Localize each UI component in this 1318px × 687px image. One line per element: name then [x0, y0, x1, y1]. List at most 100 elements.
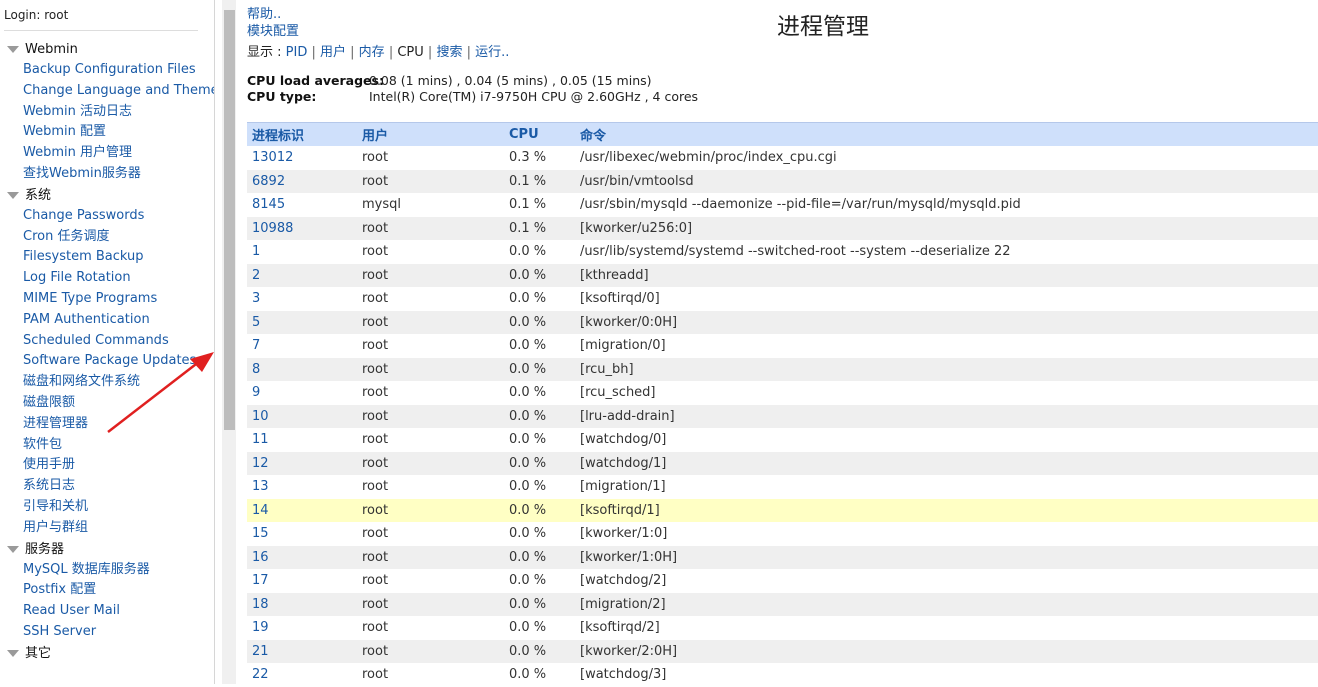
sidebar-item[interactable]: 进程管理器: [0, 414, 214, 435]
sidebar-item[interactable]: SSH Server: [0, 622, 214, 643]
col-header-command[interactable]: 命令: [580, 122, 1318, 146]
sidebar-item[interactable]: Backup Configuration Files: [0, 60, 214, 81]
pid-link[interactable]: 10: [247, 404, 362, 428]
col-header-pid[interactable]: 进程标识: [247, 122, 362, 146]
pid-link[interactable]: 14: [247, 498, 362, 522]
display-option[interactable]: PID: [286, 45, 308, 60]
cpu-type-label: CPU type:: [247, 89, 317, 104]
display-label: 显示 :: [247, 45, 286, 60]
table-row: 3 root 0.0 % [ksoftirqd/0]: [247, 287, 1318, 311]
sidebar-item[interactable]: Postfix 配置: [0, 580, 214, 601]
table-row: 10988 root 0.1 % [kworker/u256:0]: [247, 216, 1318, 240]
pid-link[interactable]: 1: [247, 240, 362, 264]
table-row: 10 root 0.0 % [lru-add-drain]: [247, 404, 1318, 428]
cpu-type-value: Intel(R) Core(TM) i7-9750H CPU @ 2.60GHz…: [369, 89, 699, 104]
pid-link[interactable]: 8: [247, 357, 362, 381]
sidebar-section-header[interactable]: 其它: [0, 643, 214, 664]
pid-link[interactable]: 13: [247, 475, 362, 499]
command-cell: [watchdog/3]: [580, 663, 1318, 687]
module-config-link[interactable]: 模块配置: [247, 20, 299, 39]
triangle-down-icon: [7, 46, 19, 53]
pid-link[interactable]: 21: [247, 639, 362, 663]
table-row: 18 root 0.0 % [migration/2]: [247, 592, 1318, 616]
sidebar-item[interactable]: 系统日志: [0, 476, 214, 497]
sidebar-item[interactable]: Read User Mail: [0, 601, 214, 622]
display-option[interactable]: 搜索: [436, 45, 462, 60]
sidebar-section-header[interactable]: Webmin: [0, 39, 214, 60]
sidebar-item[interactable]: Change Passwords: [0, 206, 214, 227]
cpu-cell: 0.1 %: [509, 169, 580, 193]
sidebar-item[interactable]: MySQL 数据库服务器: [0, 560, 214, 581]
sidebar-item[interactable]: Webmin 配置: [0, 122, 214, 143]
pid-link[interactable]: 16: [247, 545, 362, 569]
sidebar-item[interactable]: Log File Rotation: [0, 268, 214, 289]
sidebar-section-header[interactable]: 系统: [0, 185, 214, 206]
display-option[interactable]: 内存: [359, 45, 385, 60]
sidebar-item[interactable]: 磁盘和网络文件系统: [0, 372, 214, 393]
sidebar-item[interactable]: Webmin 用户管理: [0, 143, 214, 164]
user-cell: root: [362, 240, 509, 264]
sidebar-item[interactable]: Cron 任务调度: [0, 227, 214, 248]
pid-link[interactable]: 7: [247, 334, 362, 358]
user-cell: root: [362, 169, 509, 193]
table-row: 8 root 0.0 % [rcu_bh]: [247, 357, 1318, 381]
table-row: 16 root 0.0 % [kworker/1:0H]: [247, 545, 1318, 569]
sidebar-section-title: Webmin: [25, 42, 78, 57]
sidebar-item[interactable]: 用户与群组: [0, 518, 214, 539]
col-header-user[interactable]: 用户: [362, 122, 509, 146]
sidebar-menu: Webmin Backup Configuration Files Change L…: [0, 39, 214, 664]
sidebar-item[interactable]: 引导和关机: [0, 497, 214, 518]
sidebar-section-header[interactable]: 服务器: [0, 539, 214, 560]
cpu-cell: 0.0 %: [509, 639, 580, 663]
command-cell: [kworker/u256:0]: [580, 216, 1318, 240]
sidebar-item[interactable]: MIME Type Programs: [0, 289, 214, 310]
login-label: Login: root: [4, 8, 69, 22]
sidebar-item[interactable]: 使用手册: [0, 455, 214, 476]
display-option[interactable]: 用户: [320, 45, 346, 60]
pid-link[interactable]: 19: [247, 616, 362, 640]
user-cell: root: [362, 310, 509, 334]
sidebar-item[interactable]: Filesystem Backup: [0, 247, 214, 268]
pid-link[interactable]: 18: [247, 592, 362, 616]
col-header-cpu[interactable]: CPU: [509, 122, 580, 146]
separator: |: [307, 45, 320, 60]
display-mode-bar: 显示 : PID | 用户 | 内存 | CPU | 搜索 | 运行..: [247, 41, 509, 60]
triangle-down-icon: [7, 191, 19, 199]
pid-link[interactable]: 11: [247, 428, 362, 452]
user-cell: root: [362, 381, 509, 405]
user-cell: root: [362, 663, 509, 687]
sidebar-item[interactable]: Webmin 活动日志: [0, 102, 214, 123]
cpu-cell: 0.0 %: [509, 263, 580, 287]
cpu-cell: 0.0 %: [509, 404, 580, 428]
sidebar-item[interactable]: 查找Webmin服务器: [0, 164, 214, 185]
sidebar-item[interactable]: 软件包: [0, 435, 214, 456]
pid-link[interactable]: 10988: [247, 216, 362, 240]
pid-link[interactable]: 2: [247, 263, 362, 287]
pid-link[interactable]: 12: [247, 451, 362, 475]
display-option[interactable]: 运行..: [475, 45, 509, 60]
display-option: CPU: [397, 45, 424, 60]
pid-link[interactable]: 22: [247, 663, 362, 687]
sidebar-item[interactable]: 磁盘限额: [0, 393, 214, 414]
command-cell: [watchdog/1]: [580, 451, 1318, 475]
pid-link[interactable]: 17: [247, 569, 362, 593]
pid-link[interactable]: 6892: [247, 169, 362, 193]
cpu-cell: 0.0 %: [509, 451, 580, 475]
user-cell: root: [362, 639, 509, 663]
user-cell: mysql: [362, 193, 509, 217]
pid-link[interactable]: 3: [247, 287, 362, 311]
pid-link[interactable]: 13012: [247, 146, 362, 170]
page-title: 进程管理: [777, 14, 869, 40]
sidebar-item[interactable]: PAM Authentication: [0, 310, 214, 331]
pid-link[interactable]: 5: [247, 310, 362, 334]
pid-link[interactable]: 9: [247, 381, 362, 405]
command-cell: /usr/sbin/mysqld --daemonize --pid-file=…: [580, 193, 1318, 217]
pid-link[interactable]: 15: [247, 522, 362, 546]
sidebar-item[interactable]: Change Language and Theme: [0, 81, 214, 102]
sidebar-scrollbar-thumb[interactable]: [224, 10, 235, 430]
cpu-cell: 0.0 %: [509, 357, 580, 381]
sidebar-item[interactable]: Scheduled Commands: [0, 331, 214, 352]
pid-link[interactable]: 8145: [247, 193, 362, 217]
sidebar-item[interactable]: Software Package Updates: [0, 351, 214, 372]
cpu-cell: 0.0 %: [509, 545, 580, 569]
